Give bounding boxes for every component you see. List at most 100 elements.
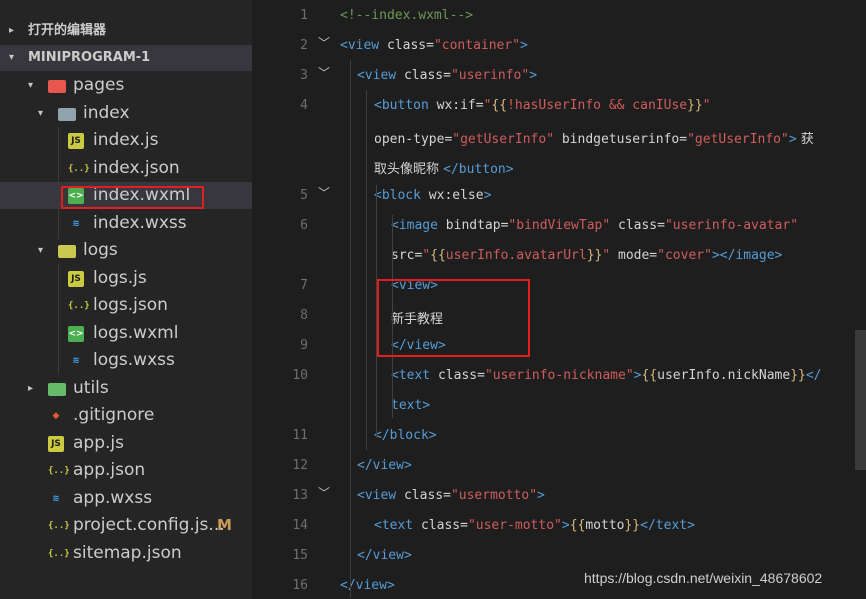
- code-token: "userinfo-nickname": [484, 368, 634, 383]
- code-token: {{: [569, 518, 586, 533]
- open-editors-label: 打开的编辑器: [28, 23, 107, 38]
- code-token: >: [520, 38, 528, 53]
- file-tree-item[interactable]: JS app.js: [0, 430, 252, 457]
- open-editors-section[interactable]: ▸ 打开的编辑器: [0, 18, 252, 44]
- code-token: ></image>: [711, 248, 783, 263]
- file-tree-item[interactable]: <> logs.wxml: [0, 320, 252, 347]
- file-tree-item[interactable]: {..} logs.json: [0, 292, 252, 319]
- code-token: ": [702, 98, 711, 113]
- json-file-icon: {..}: [48, 521, 70, 531]
- code-token: }}: [586, 248, 603, 263]
- file-name: .gitignore: [73, 405, 155, 425]
- code-token: </: [805, 368, 822, 383]
- chevron-down-icon[interactable]: ▾: [38, 237, 43, 264]
- code-line: src="{{userInfo.avatarUrl}}" mode="cover…: [391, 248, 782, 263]
- code-token: </block>: [374, 428, 437, 443]
- code-token: </view>: [340, 578, 395, 593]
- fold-chevron-icon[interactable]: ﹀: [318, 184, 330, 201]
- file-name: index.js: [93, 130, 159, 150]
- project-section[interactable]: ▾ MINIPROGRAM-1: [0, 45, 252, 71]
- code-token: mode=: [610, 248, 658, 263]
- code-token: text>: [391, 398, 431, 413]
- code-token: class=: [403, 68, 451, 83]
- code-token: {{: [430, 248, 446, 263]
- folder-icon: [58, 245, 76, 258]
- js-file-icon: JS: [48, 435, 64, 452]
- highlight-box: [377, 279, 530, 357]
- code-token: <view: [340, 38, 387, 53]
- code-token: >: [788, 132, 797, 147]
- code-line: </view>: [340, 578, 395, 593]
- file-name: app.wxss: [73, 487, 153, 508]
- code-token: </view>: [357, 458, 412, 473]
- file-tree-item[interactable]: ▾ index: [0, 100, 252, 127]
- code-token: >: [529, 68, 538, 83]
- line-number: 13: [292, 488, 308, 503]
- code-token: <text: [391, 368, 438, 383]
- code-token: ": [422, 248, 431, 263]
- code-token: open-type=: [374, 132, 453, 147]
- code-token: </view>: [357, 548, 412, 563]
- file-tree-item[interactable]: ≋ app.wxss: [0, 485, 252, 512]
- sidebar-top-edge: [0, 0, 252, 6]
- code-token: "getUserInfo": [687, 132, 789, 147]
- file-tree-item[interactable]: {..} app.json: [0, 457, 252, 484]
- code-token: userInfo.nickName: [657, 368, 791, 383]
- code-token: "getUserInfo": [452, 132, 555, 147]
- code-token: <text: [374, 518, 421, 533]
- line-number: 10: [292, 368, 308, 383]
- file-name: logs.json: [93, 295, 168, 315]
- file-tree-item[interactable]: JS logs.js: [0, 265, 252, 292]
- chevron-down-icon[interactable]: ▾: [38, 100, 43, 127]
- fold-chevron-icon[interactable]: ﹀: [318, 64, 330, 81]
- code-line: 取头像昵称 </button>: [374, 158, 514, 177]
- editor-scrollbar[interactable]: [855, 330, 866, 470]
- chevron-right-icon[interactable]: ▸: [28, 375, 33, 402]
- code-line: open-type="getUserInfo" bindgetuserinfo=…: [374, 128, 814, 147]
- project-label: MINIPROGRAM-1: [28, 50, 151, 65]
- file-tree-item[interactable]: {..} project.config.js... M: [0, 512, 252, 539]
- code-line: <view class="container">: [340, 38, 528, 53]
- code-token: bindgetuserinfo=: [554, 132, 688, 147]
- wxml-file-icon: <>: [68, 325, 84, 342]
- line-number: 4: [300, 98, 308, 113]
- code-token: <image: [391, 218, 446, 233]
- file-tree-item[interactable]: ◆ .gitignore: [0, 402, 252, 429]
- code-token: </text>: [640, 518, 695, 533]
- code-line: <image bindtap="bindViewTap" class="user…: [391, 218, 798, 233]
- file-tree-item[interactable]: ▸ utils: [0, 375, 252, 402]
- code-token: <!--index.wxml-->: [340, 8, 474, 23]
- file-name: logs.wxml: [93, 322, 179, 343]
- fold-chevron-icon[interactable]: ﹀: [318, 34, 330, 51]
- file-tree-item[interactable]: {..} sitemap.json: [0, 540, 252, 567]
- code-line: text>: [391, 398, 430, 413]
- editor-indent-guide: [366, 90, 367, 450]
- file-tree-item[interactable]: ≋ logs.wxss: [0, 347, 252, 374]
- file-tree-item[interactable]: ≋ index.wxss: [0, 210, 252, 237]
- line-number: 2: [300, 38, 308, 53]
- file-tree-item[interactable]: ▾ pages: [0, 72, 252, 99]
- file-name: sitemap.json: [73, 542, 182, 563]
- code-token: "bindViewTap": [508, 218, 611, 233]
- css-file-icon: ≋: [52, 493, 60, 504]
- file-tree-item[interactable]: JS index.js: [0, 127, 252, 154]
- code-token: userInfo.avatarUrl: [445, 248, 587, 263]
- code-token: class=: [420, 518, 468, 533]
- code-editor[interactable]: 1 <!--index.wxml--> 2 ﹀ <view class="contain…: [252, 0, 866, 599]
- json-file-icon: {..}: [68, 163, 90, 174]
- fold-chevron-icon[interactable]: ﹀: [318, 484, 330, 501]
- file-tree-item[interactable]: {..} index.json: [0, 155, 252, 182]
- file-tree-item[interactable]: ▾ logs: [0, 237, 252, 264]
- code-token: >: [483, 188, 492, 203]
- file-name: index: [83, 102, 130, 123]
- chevron-down-icon[interactable]: ▾: [28, 72, 33, 99]
- watermark-text: https://blog.csdn.net/weixin_48678602: [584, 570, 823, 586]
- code-token: class=: [403, 488, 451, 503]
- code-token: class=: [386, 38, 434, 53]
- file-name: index.wxss: [93, 212, 187, 233]
- tree-indent-guide: [58, 127, 59, 239]
- code-token: <button: [374, 98, 437, 113]
- code-token: <block: [374, 188, 429, 203]
- line-number: 12: [292, 458, 308, 473]
- folder-icon: [58, 107, 76, 121]
